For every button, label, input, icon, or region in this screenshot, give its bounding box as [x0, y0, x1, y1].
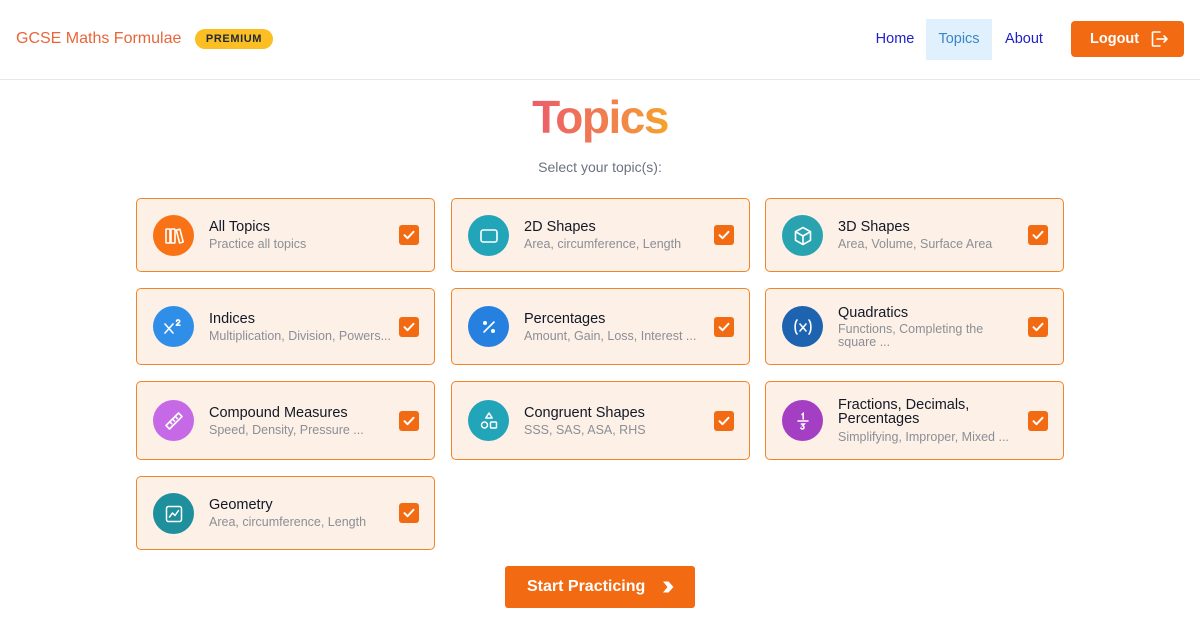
topic-checkbox[interactable]	[714, 225, 734, 245]
ruler-icon	[153, 400, 194, 441]
fraction-icon	[782, 400, 823, 441]
logout-label: Logout	[1090, 31, 1140, 47]
premium-badge: PREMIUM	[195, 29, 273, 49]
start-practicing-label: Start Practicing	[527, 578, 646, 595]
logout-button[interactable]: Logout	[1071, 21, 1184, 57]
topic-subtitle: Area, Volume, Surface Area	[838, 237, 993, 251]
shapes-icon	[468, 400, 509, 441]
topic-title: Fractions, Decimals, Percentages	[838, 397, 970, 427]
topic-title: 3D Shapes	[838, 219, 910, 235]
topic-card-all-topics[interactable]: All Topics Practice all topics	[136, 198, 435, 272]
topic-card-geometry[interactable]: Geometry Area, circumference, Length	[136, 476, 435, 550]
check-icon	[403, 508, 415, 518]
topic-title: Percentages	[524, 311, 606, 327]
topic-title: Congruent Shapes	[524, 405, 645, 421]
topic-checkbox[interactable]	[399, 225, 419, 245]
check-icon	[718, 416, 730, 426]
logout-icon	[1151, 31, 1168, 47]
top-navbar: GCSE Maths Formulae PREMIUM Home Topics …	[0, 0, 1200, 80]
topic-subtitle: Amount, Gain, Loss, Interest ...	[524, 329, 697, 343]
topic-checkbox[interactable]	[399, 503, 419, 523]
topic-title: Compound Measures	[209, 405, 348, 421]
chevron-right-icon	[663, 581, 674, 593]
check-icon	[403, 416, 415, 426]
check-icon	[403, 322, 415, 332]
topic-title: All Topics	[209, 219, 270, 235]
topic-subtitle: Practice all topics	[209, 237, 307, 251]
topic-card-indices[interactable]: Indices Multiplication, Division, Powers…	[136, 288, 435, 365]
topic-subtitle: Functions, Completing the square ...	[838, 323, 984, 348]
page-title: Topics	[532, 91, 669, 143]
topic-card-3d-shapes[interactable]: 3D Shapes Area, Volume, Surface Area	[765, 198, 1064, 272]
check-icon	[403, 230, 415, 240]
topic-subtitle: Speed, Density, Pressure ...	[209, 423, 364, 437]
topic-subtitle: Area, circumference, Length	[209, 515, 367, 529]
nav-topics[interactable]: Topics	[926, 19, 992, 60]
topic-subtitle: SSS, SAS, ASA, RHS	[524, 423, 646, 437]
topic-checkbox[interactable]	[714, 317, 734, 337]
check-icon	[718, 230, 730, 240]
start-practicing-button[interactable]: Start Practicing	[505, 566, 695, 608]
topic-title: 2D Shapes	[524, 219, 596, 235]
topic-checkbox[interactable]	[1028, 317, 1048, 337]
rectangle-icon	[468, 215, 509, 256]
topic-checkbox[interactable]	[1028, 225, 1048, 245]
topic-card-quadratics[interactable]: Quadratics Functions, Completing the squ…	[765, 288, 1064, 365]
variable-icon	[782, 306, 823, 347]
topic-card-congruent-shapes[interactable]: Congruent Shapes SSS, SAS, ASA, RHS	[451, 381, 750, 460]
topic-title: Indices	[209, 311, 255, 327]
topic-card-fractions[interactable]: Fractions, Decimals, Percentages Simplif…	[765, 381, 1064, 460]
nav-home[interactable]: Home	[866, 19, 924, 60]
check-icon	[1032, 230, 1044, 240]
cube-icon	[782, 215, 823, 256]
page-subtitle: Select your topic(s):	[538, 159, 662, 175]
percent-icon	[468, 306, 509, 347]
topic-subtitle: Multiplication, Division, Powers...	[209, 329, 392, 343]
topic-card-2d-shapes[interactable]: 2D Shapes Area, circumference, Length	[451, 198, 750, 272]
check-icon	[1032, 322, 1044, 332]
check-icon	[718, 322, 730, 332]
topic-card-compound-measures[interactable]: Compound Measures Speed, Density, Pressu…	[136, 381, 435, 460]
topic-title: Quadratics	[838, 305, 909, 321]
topic-card-percentages[interactable]: Percentages Amount, Gain, Loss, Interest…	[451, 288, 750, 365]
nav-about[interactable]: About	[995, 19, 1053, 60]
topic-checkbox[interactable]	[1028, 411, 1048, 431]
topic-checkbox[interactable]	[714, 411, 734, 431]
brand-title[interactable]: GCSE Maths Formulae	[16, 30, 181, 48]
topic-subtitle: Area, circumference, Length	[524, 237, 682, 251]
topic-checkbox[interactable]	[399, 411, 419, 431]
topic-title: Geometry	[209, 497, 273, 513]
topic-checkbox[interactable]	[399, 317, 419, 337]
x-squared-icon	[153, 306, 194, 347]
topic-subtitle: Simplifying, Improper, Mixed ...	[838, 430, 1009, 444]
check-icon	[1032, 416, 1044, 426]
graph-icon	[153, 493, 194, 534]
books-icon	[153, 215, 194, 256]
